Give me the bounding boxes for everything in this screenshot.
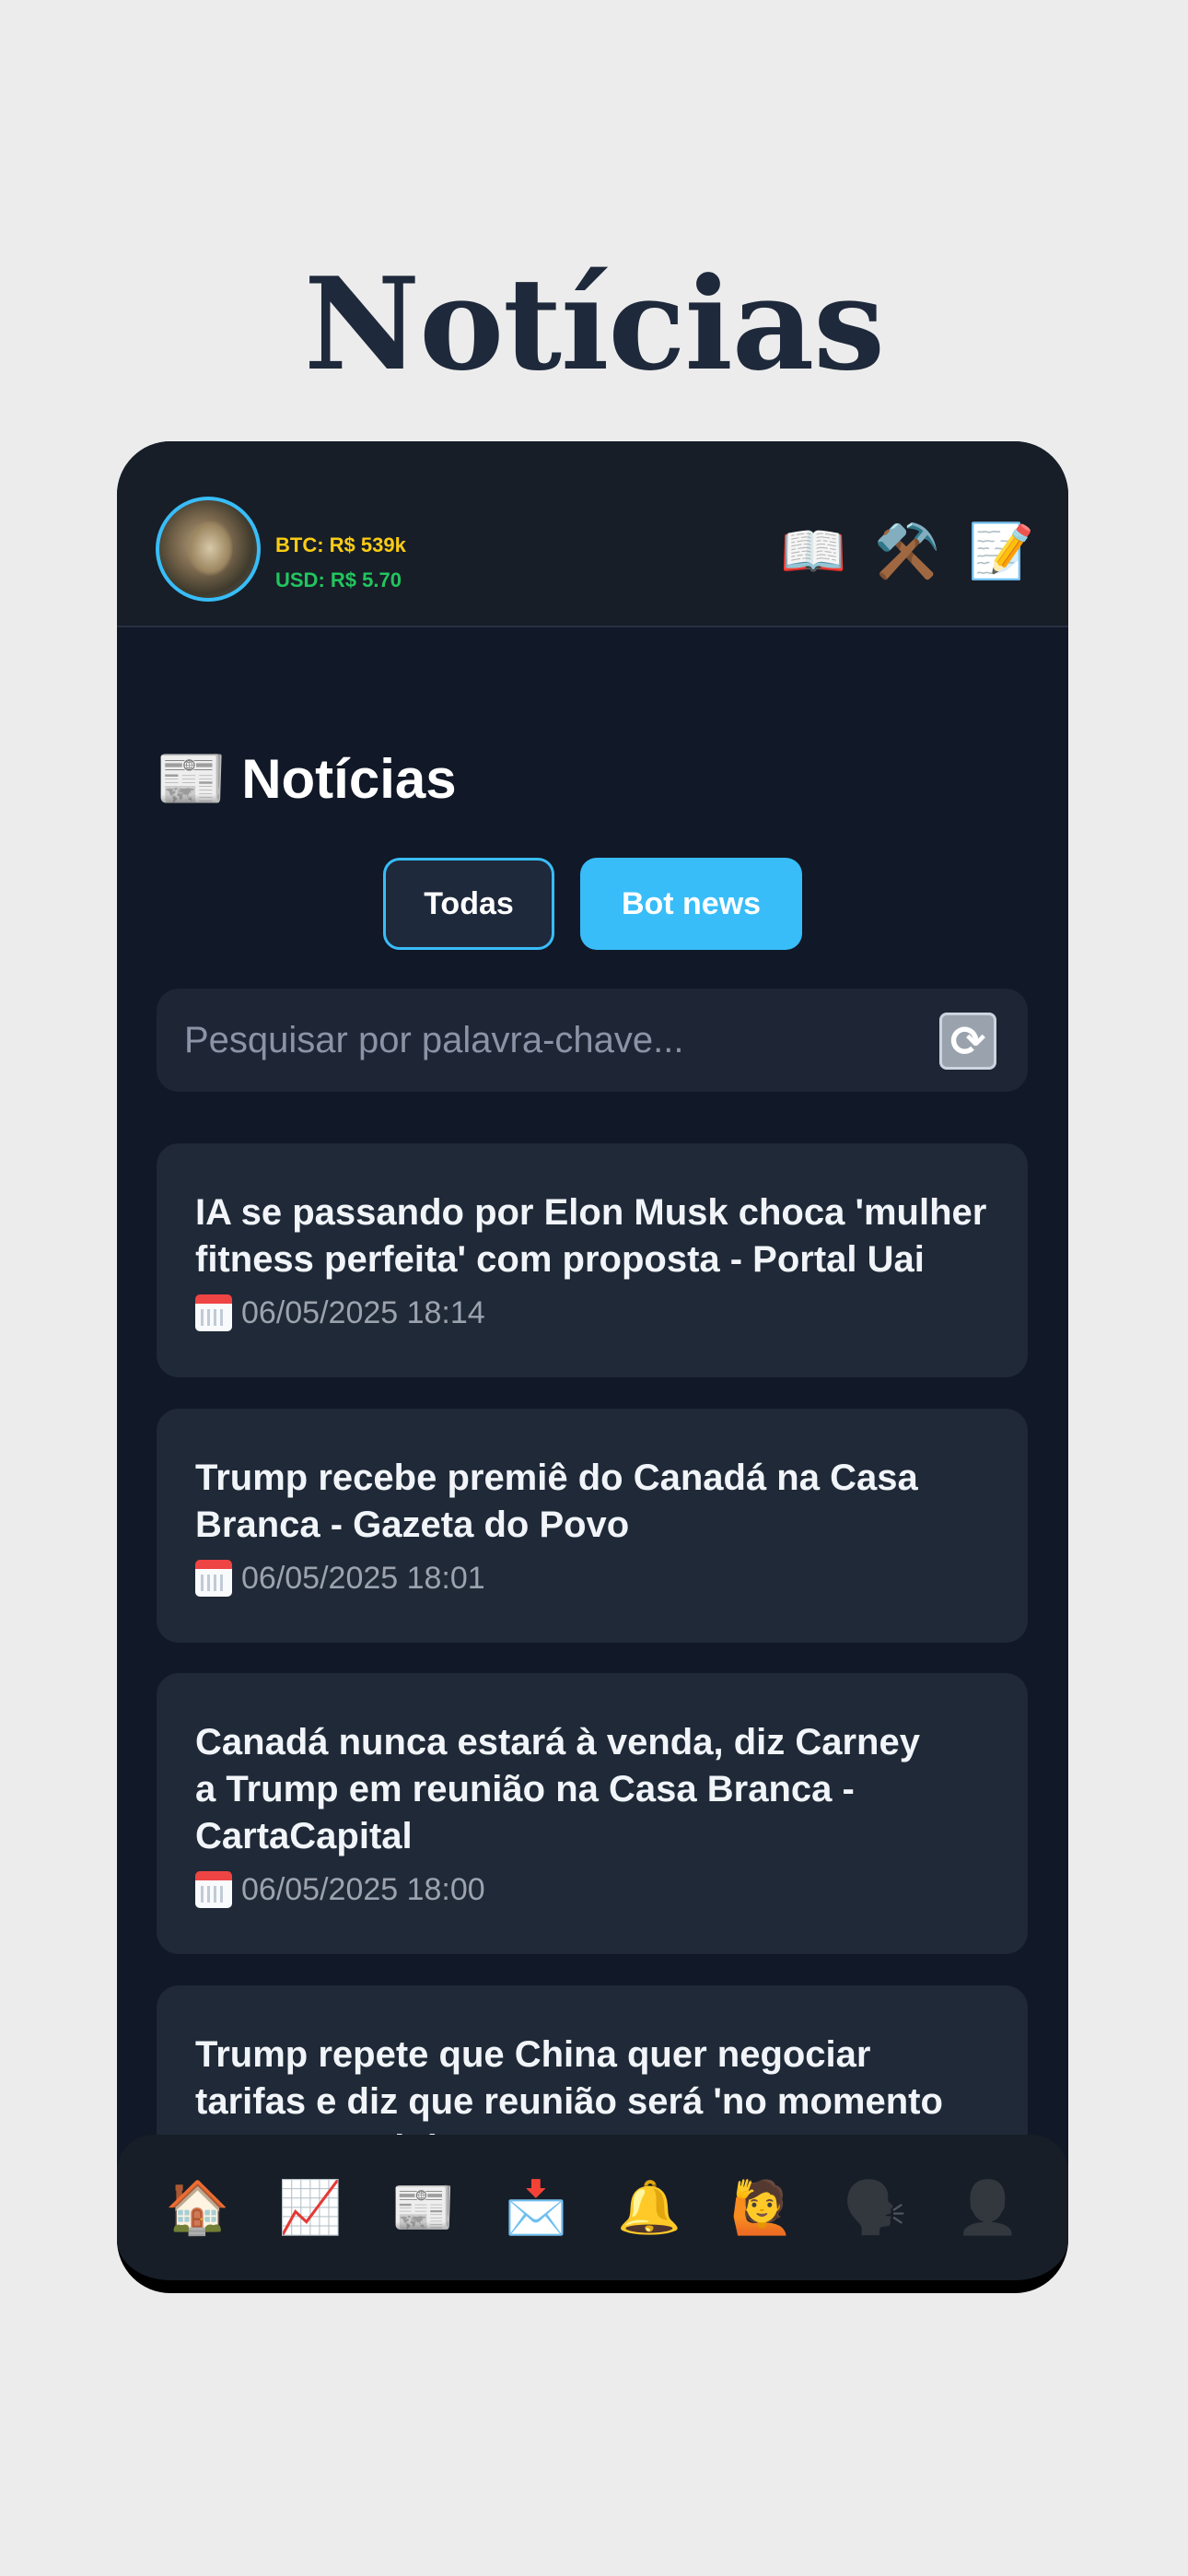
phone-frame: BTC: R$ 539k USD: R$ 5.70 📖 ⚒️ 📝 📰 Notíc… xyxy=(117,441,1068,2293)
nav-home-icon[interactable]: 🏠 xyxy=(151,2171,243,2244)
nav-raising-hand-icon[interactable]: 🙋 xyxy=(716,2171,808,2244)
tools-icon[interactable]: ⚒️ xyxy=(874,522,940,581)
news-title: IA se passando por Elon Musk choca 'mulh… xyxy=(195,1192,987,1280)
nav-chart-icon[interactable]: 📈 xyxy=(264,2171,356,2244)
calendar-icon xyxy=(195,1871,232,1908)
calendar-icon xyxy=(195,1294,232,1331)
news-title: Canadá nunca estará à venda, diz Carney … xyxy=(195,1722,920,1856)
newspaper-icon: 📰 xyxy=(156,747,227,811)
news-date: 06/05/2025 18:14 xyxy=(241,1294,485,1330)
news-date: 06/05/2025 18:01 xyxy=(241,1560,485,1596)
news-title: Trump recebe premiê do Canadá na Casa Br… xyxy=(195,1458,918,1545)
usd-price: USD: R$ 5.70 xyxy=(275,568,402,591)
search-input[interactable] xyxy=(184,989,921,1092)
news-card[interactable]: Trump recebe premiê do Canadá na Casa Br… xyxy=(157,1409,1028,1643)
news-date-row: 06/05/2025 18:01 xyxy=(195,1560,989,1597)
search-bar: ⟳ xyxy=(157,989,1028,1092)
memo-icon[interactable]: 📝 xyxy=(968,522,1034,581)
section-title: 📰 Notícias xyxy=(156,745,457,813)
news-date-row: 06/05/2025 18:14 xyxy=(195,1294,989,1331)
nav-bell-icon[interactable]: 🔔 xyxy=(603,2171,695,2244)
tab-all[interactable]: Todas xyxy=(383,858,554,950)
nav-inbox-icon[interactable]: 📩 xyxy=(490,2171,582,2244)
nav-speaking-head-icon[interactable]: 🗣️ xyxy=(829,2171,921,2244)
news-date: 06/05/2025 18:00 xyxy=(241,1871,485,1907)
page-heading: Notícias xyxy=(304,249,885,399)
section-title-label: Notícias xyxy=(241,748,457,810)
avatar[interactable] xyxy=(156,497,261,602)
news-date-row: 06/05/2025 18:00 xyxy=(195,1871,989,1908)
bottom-nav: 🏠 📈 📰 📩 🔔 🙋 🗣️ 👤 xyxy=(117,2135,1068,2280)
nav-profile-icon[interactable]: 👤 xyxy=(942,2171,1034,2244)
news-card[interactable]: IA se passando por Elon Musk choca 'mulh… xyxy=(157,1143,1028,1377)
calendar-icon xyxy=(195,1560,232,1597)
book-icon[interactable]: 📖 xyxy=(780,522,846,581)
btc-price: BTC: R$ 539k xyxy=(275,533,406,556)
refresh-icon[interactable]: ⟳ xyxy=(939,1013,996,1070)
nav-news-icon[interactable]: 📰 xyxy=(378,2171,470,2244)
tab-bot-news[interactable]: Bot news xyxy=(580,858,802,950)
news-card[interactable]: Canadá nunca estará à venda, diz Carney … xyxy=(157,1673,1028,1954)
top-bar: BTC: R$ 539k USD: R$ 5.70 📖 ⚒️ 📝 xyxy=(117,441,1068,627)
